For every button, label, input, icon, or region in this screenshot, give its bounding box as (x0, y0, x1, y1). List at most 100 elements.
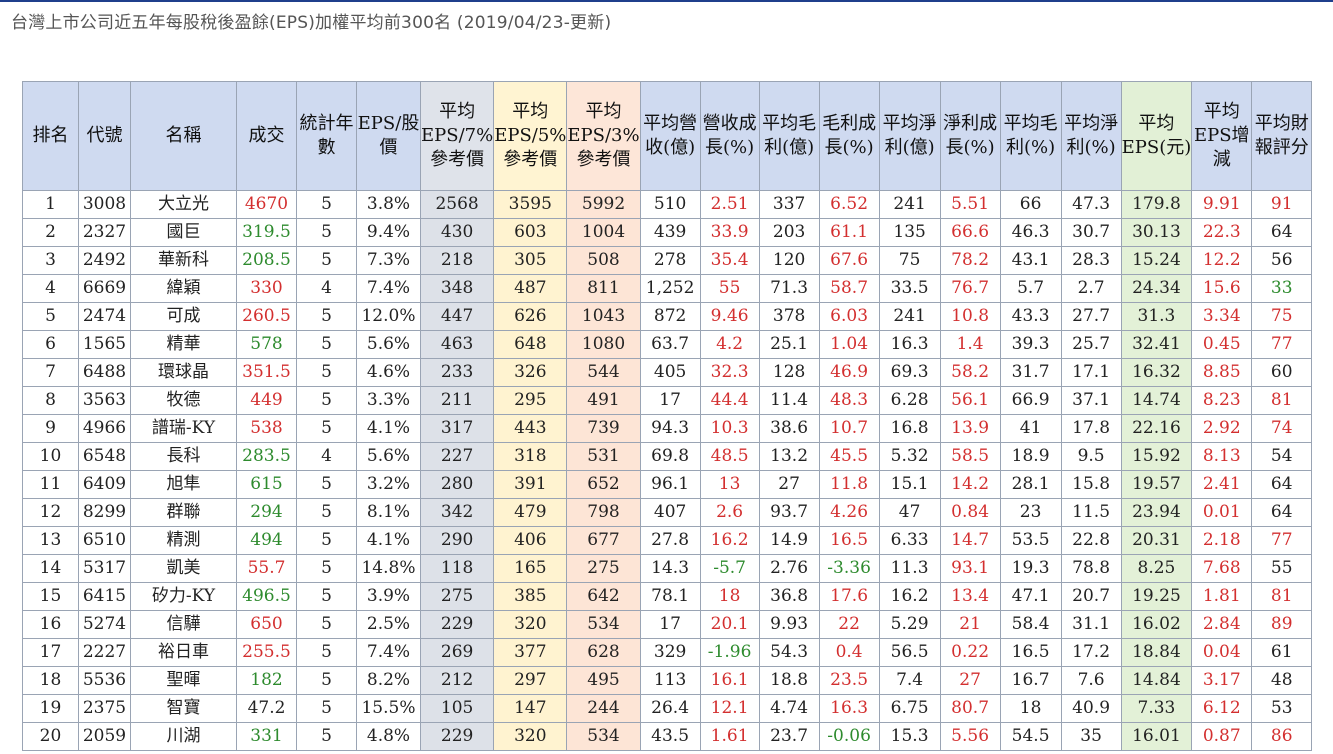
table-cell[interactable]: 旭隼 (130, 470, 237, 499)
table-row[interactable]: 16 5274 信驊 650 5 2.5% 229 320 534 17 20.1 9.93 22 5.2… (22, 610, 1313, 639)
table-row[interactable]: 17 2227 裕日車 255.5 5 7.4% 269 377 628 329 -1.96 54.3… (22, 638, 1313, 667)
table-row[interactable]: 11 6409 旭隼 615 5 3.2% 280 391 652 96.1 13 27 11.8 15.… (22, 470, 1313, 499)
table-cell[interactable]: 裕日車 (130, 638, 237, 667)
table-cell: 61.1 (818, 218, 880, 247)
table-cell[interactable]: 牧德 (130, 386, 237, 415)
column-header[interactable]: 統計年數 (296, 81, 357, 191)
column-header[interactable]: 成交 (236, 81, 297, 191)
column-header[interactable]: 名稱 (130, 81, 237, 191)
table-cell: 2.51 (699, 190, 760, 219)
column-header[interactable]: 平均EPS(元) (1120, 81, 1193, 191)
table-cell[interactable]: 6409 (78, 470, 131, 499)
column-header[interactable]: 營收成長(%) (699, 81, 760, 191)
table-cell[interactable]: 聖暉 (130, 666, 237, 695)
column-header[interactable]: EPS/股價 (356, 81, 421, 191)
table-cell: 677 (566, 526, 641, 555)
table-row[interactable]: 7 6488 環球晶 351.5 5 4.6% 233 326 544 405 32.3 128 46.… (22, 358, 1313, 387)
table-cell[interactable]: 8299 (78, 498, 131, 527)
table-row[interactable]: 15 6415 矽力-KY 496.5 5 3.9% 275 385 642 78.1 18 36.8… (22, 582, 1313, 611)
column-header[interactable]: 平均EPS增減 (1191, 81, 1253, 191)
column-header[interactable]: 平均EPS/7%參考價 (419, 81, 495, 191)
table-cell: 2.7 (1060, 274, 1122, 303)
table-cell: 14.2 (939, 470, 1001, 499)
column-header[interactable]: 平均毛利(億) (758, 81, 820, 191)
table-cell[interactable]: 1565 (78, 330, 131, 359)
table-cell[interactable]: 6488 (78, 358, 131, 387)
column-header[interactable]: 平均淨利(億) (878, 81, 941, 191)
table-row[interactable]: 9 4966 譜瑞-KY 538 5 4.1% 317 443 739 94.3 10.3 38.6 1… (22, 414, 1313, 443)
table-row[interactable]: 18 5536 聖暉 182 5 8.2% 212 297 495 113 16.1 18.8 23.5… (22, 666, 1313, 695)
table-row[interactable]: 19 2375 智寶 47.2 5 15.5% 105 147 244 26.4 12.1 4.74 1… (22, 694, 1313, 723)
table-cell: 16.3 (878, 330, 941, 359)
column-header[interactable]: 平均財報評分 (1251, 81, 1313, 191)
table-cell[interactable]: 精測 (130, 526, 237, 555)
table-row[interactable]: 1 3008 大立光 4670 5 3.8% 2568 3595 5992 510 2.51 337 6… (22, 190, 1313, 219)
table-cell[interactable]: 4966 (78, 414, 131, 443)
table-row[interactable]: 20 2059 川湖 331 5 4.8% 229 320 534 43.5 1.61 23.7 -0.… (22, 722, 1313, 751)
table-cell[interactable]: 2492 (78, 246, 131, 275)
table-cell[interactable]: 譜瑞-KY (130, 414, 237, 443)
table-cell[interactable]: 2474 (78, 302, 131, 331)
table-cell: 15 (22, 582, 79, 611)
table-cell[interactable]: 5317 (78, 554, 131, 583)
table-cell[interactable]: 川湖 (130, 722, 237, 751)
table-row[interactable]: 4 6669 緯穎 330 4 7.4% 348 487 811 1,252 55 71.3 58.7 3… (22, 274, 1313, 303)
table-cell: 66.9 (999, 386, 1062, 415)
table-cell[interactable]: 國巨 (130, 218, 237, 247)
table-cell[interactable]: 群聯 (130, 498, 237, 527)
table-row[interactable]: 2 2327 國巨 319.5 5 9.4% 430 603 1004 439 33.9 203 61.… (22, 218, 1313, 247)
table-cell[interactable]: 5274 (78, 610, 131, 639)
table-cell[interactable]: 2327 (78, 218, 131, 247)
column-header[interactable]: 代號 (78, 81, 131, 191)
column-header[interactable]: 排名 (22, 81, 79, 191)
table-cell[interactable]: 環球晶 (130, 358, 237, 387)
table-row[interactable]: 8 3563 牧德 449 5 3.3% 211 295 491 17 44.4 11.4 48.3 6.… (22, 386, 1313, 415)
column-header[interactable]: 平均毛利(%) (999, 81, 1062, 191)
column-header[interactable]: 淨利成長(%) (939, 81, 1001, 191)
table-cell[interactable]: 長科 (130, 442, 237, 471)
table-cell: 494 (236, 526, 297, 555)
table-cell: 25.7 (1060, 330, 1122, 359)
table-cell: 22.8 (1060, 526, 1122, 555)
table-row[interactable]: 6 1565 精華 578 5 5.6% 463 648 1080 63.7 4.2 25.1 1.04… (22, 330, 1313, 359)
table-cell[interactable]: 3563 (78, 386, 131, 415)
table-cell[interactable]: 5536 (78, 666, 131, 695)
table-cell: 30.13 (1120, 218, 1193, 247)
table-cell: 55 (699, 274, 760, 303)
table-row[interactable]: 12 8299 群聯 294 5 8.1% 342 479 798 407 2.6 93.7 4.26 4… (22, 498, 1313, 527)
table-row[interactable]: 13 6510 精測 494 5 4.1% 290 406 677 27.8 16.2 14.9 16.… (22, 526, 1313, 555)
table-cell[interactable]: 6510 (78, 526, 131, 555)
table-cell[interactable]: 信驊 (130, 610, 237, 639)
table-cell: 74 (1251, 414, 1313, 443)
table-cell[interactable]: 矽力-KY (130, 582, 237, 611)
column-header[interactable]: 平均EPS/5%參考價 (493, 81, 568, 191)
table-cell[interactable]: 華新科 (130, 246, 237, 275)
table-cell[interactable]: 2227 (78, 638, 131, 667)
table-cell[interactable]: 3008 (78, 190, 131, 219)
table-row[interactable]: 3 2492 華新科 208.5 5 7.3% 218 305 508 278 35.4 120 67.… (22, 246, 1313, 275)
table-cell: 7.6 (1060, 666, 1122, 695)
table-cell[interactable]: 6669 (78, 274, 131, 303)
column-header[interactable]: 毛利成長(%) (818, 81, 880, 191)
table-cell[interactable]: 可成 (130, 302, 237, 331)
table-cell[interactable]: 6548 (78, 442, 131, 471)
table-cell[interactable]: 凱美 (130, 554, 237, 583)
table-cell: 2.18 (1191, 526, 1253, 555)
table-cell[interactable]: 2059 (78, 722, 131, 751)
table-cell[interactable]: 2375 (78, 694, 131, 723)
table-cell: 6.33 (878, 526, 941, 555)
table-row[interactable]: 10 6548 長科 283.5 4 5.6% 227 318 531 69.8 48.5 13.2 4… (22, 442, 1313, 471)
table-cell: 179.8 (1120, 190, 1193, 219)
column-header[interactable]: 平均營收(億) (639, 81, 701, 191)
table-cell[interactable]: 緯穎 (130, 274, 237, 303)
column-header[interactable]: 平均EPS/3%參考價 (566, 81, 641, 191)
table-row[interactable]: 14 5317 凱美 55.7 5 14.8% 118 165 275 14.3 -5.7 2.76-… (22, 554, 1313, 583)
table-cell[interactable]: 大立光 (130, 190, 237, 219)
table-cell[interactable]: 智寶 (130, 694, 237, 723)
table-cell: 5992 (566, 190, 641, 219)
table-cell: 19.25 (1120, 582, 1193, 611)
table-cell[interactable]: 精華 (130, 330, 237, 359)
table-cell[interactable]: 6415 (78, 582, 131, 611)
table-row[interactable]: 5 2474 可成 260.5 5 12.0% 447 626 1043 872 9.46 378 6.… (22, 302, 1313, 331)
column-header[interactable]: 平均淨利(%) (1060, 81, 1122, 191)
